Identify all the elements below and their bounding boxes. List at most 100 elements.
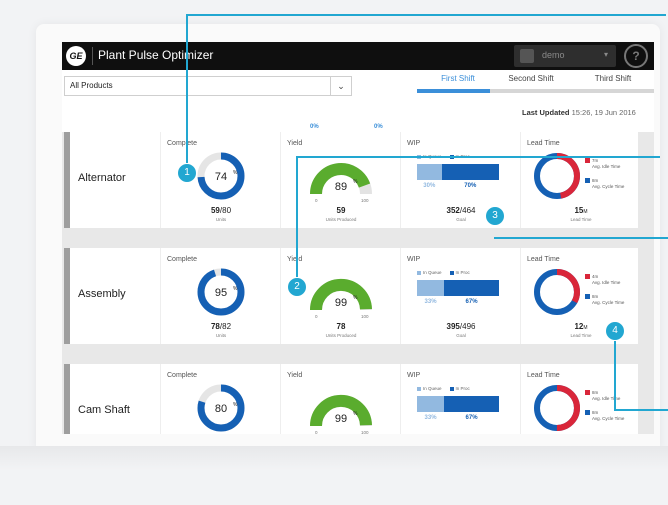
- wip-goal: Goal: [456, 333, 466, 338]
- lead-cycle-label: Avg. Cycle Time: [592, 416, 625, 421]
- column-header: Lead Time: [527, 372, 560, 379]
- legend-swatch-process: [449, 386, 454, 391]
- lead-cycle-value: 8m: [592, 294, 599, 299]
- legend-swatch-process: [449, 270, 454, 275]
- lead-idle-value: 7m: [592, 158, 599, 163]
- lead-cycle-legend: 8m Avg. Cycle Time: [585, 410, 624, 422]
- chevron-down-icon[interactable]: ⌄: [330, 77, 351, 95]
- tab-underline: [490, 89, 572, 93]
- yield-gauge: 99 % 0 100: [309, 278, 372, 319]
- product-name: Cam Shaft: [78, 404, 130, 416]
- yield-pct: 99: [335, 297, 347, 309]
- app-title: Plant Pulse Optimizer: [98, 48, 214, 62]
- tab-first-shift[interactable]: First Shift: [417, 74, 499, 93]
- row-accent: [64, 364, 70, 434]
- wip-count: 395/496: [401, 322, 521, 331]
- tab-label: Second Shift: [508, 74, 554, 83]
- last-updated-value: 15:26, 19 Jun 2016: [571, 108, 636, 117]
- help-icon[interactable]: ?: [624, 44, 648, 68]
- wip-cell: WIP In Queue In Proc 33% 67% 395/496 Goal: [400, 248, 521, 344]
- yield-label: Units Produced: [325, 217, 357, 222]
- summary-pct: 0%: [374, 124, 383, 130]
- callout-badge: 1: [177, 163, 197, 183]
- wip-value: 395: [446, 322, 460, 331]
- callout-line: [296, 156, 660, 158]
- complete-done: 59: [210, 206, 220, 215]
- lead-total: 15M: [521, 206, 641, 215]
- callout-line: [494, 237, 668, 239]
- tab-second-shift[interactable]: Second Shift: [490, 74, 572, 93]
- column-header: WIP: [407, 140, 421, 147]
- callout-line: [296, 156, 298, 280]
- wip-queue-segment: [417, 164, 442, 180]
- column-header: Complete: [167, 140, 197, 147]
- legend-swatch-queue: [417, 386, 421, 391]
- callout-line: [614, 330, 616, 410]
- column-header: WIP: [407, 256, 421, 263]
- complete-cell: Complete 74% 59/80 Units: [160, 132, 281, 228]
- gauge-min: 0: [315, 314, 318, 319]
- column-header: Yield: [287, 256, 303, 263]
- callout-badge: 4: [605, 321, 625, 341]
- row-accent: [64, 248, 70, 344]
- percent-sign: %: [353, 411, 358, 417]
- complete-units: Units: [215, 217, 227, 222]
- title-divider: [92, 47, 93, 65]
- yield-produced: 78: [336, 322, 346, 331]
- legend-swatch-idle: [585, 390, 590, 395]
- lead-time-donut: [534, 385, 580, 431]
- column-header: Yield: [287, 372, 303, 379]
- lead-idle-label: Avg. Idle Time: [592, 164, 621, 169]
- lead-time-donut: [534, 269, 580, 315]
- lead-time-cell: Lead Time 7m Avg. Idle Time 8m Avg. Cycle Ti…: [520, 132, 641, 228]
- wip-bar: [417, 396, 499, 412]
- complete-donut: 80%: [197, 384, 245, 432]
- lead-total-unit: M: [583, 209, 588, 215]
- wip-cell: WIP In Queue In Proc 33% 67%: [400, 364, 521, 434]
- wip-bar: [417, 164, 499, 180]
- gauge-max: 100: [361, 198, 369, 203]
- wip-process-segment: [444, 396, 499, 412]
- product-row: Assembly Complete 95% 78/82 Units Yield 99% 0 10…: [64, 248, 638, 344]
- product-row: Cam Shaft Complete 80% Yield 99% 0 100 WIP In Qu…: [64, 364, 638, 434]
- wip-value: 352: [446, 206, 460, 215]
- percent-sign: %: [233, 286, 238, 292]
- complete-count: 78/82: [161, 322, 281, 331]
- column-header: Yield: [287, 140, 303, 147]
- tab-third-shift[interactable]: Third Shift: [572, 74, 654, 93]
- yield-pct: 99: [335, 413, 347, 425]
- legend-swatch-cycle: [585, 294, 590, 299]
- yield-label: Units Produced: [325, 333, 357, 338]
- callout-line: [614, 409, 668, 411]
- legend-process-label: In Proc: [455, 270, 470, 275]
- column-header: Complete: [167, 256, 197, 263]
- lead-idle-value: 8m: [592, 390, 599, 395]
- tab-label: Third Shift: [594, 74, 632, 83]
- complete-units: Units: [215, 333, 227, 338]
- yield-gauge: 89 % 0 100: [310, 163, 372, 203]
- wip-total: /464: [459, 206, 476, 215]
- yield-cell: Yield 99% 0 100: [280, 364, 401, 434]
- user-menu[interactable]: demo ▾: [514, 45, 616, 67]
- lead-cycle-label: Avg. Cycle Time: [592, 184, 625, 189]
- wip-queue-pct: 33%: [424, 299, 437, 305]
- percent-sign: %: [233, 170, 238, 176]
- wip-process-pct: 67%: [465, 299, 478, 305]
- wip-total: /496: [459, 322, 476, 331]
- percent-sign: %: [353, 295, 358, 301]
- complete-pct: 74: [215, 171, 227, 183]
- user-avatar-icon: [520, 49, 534, 63]
- complete-total: /80: [219, 206, 232, 215]
- legend-swatch-cycle: [585, 178, 590, 183]
- wip-queue-pct: 33%: [424, 415, 437, 421]
- last-updated-label: Last Updated: [522, 108, 570, 117]
- summary-pct: 0%: [310, 124, 319, 130]
- gauge-min: 0: [315, 198, 318, 203]
- wip-process-pct: 67%: [465, 415, 478, 421]
- column-header: WIP: [407, 372, 421, 379]
- tab-underline: [417, 89, 499, 93]
- column-header: Lead Time: [527, 140, 560, 147]
- product-select-value: All Products: [70, 81, 113, 90]
- product-select[interactable]: All Products ⌄: [64, 76, 352, 96]
- complete-donut: 74%: [197, 152, 245, 200]
